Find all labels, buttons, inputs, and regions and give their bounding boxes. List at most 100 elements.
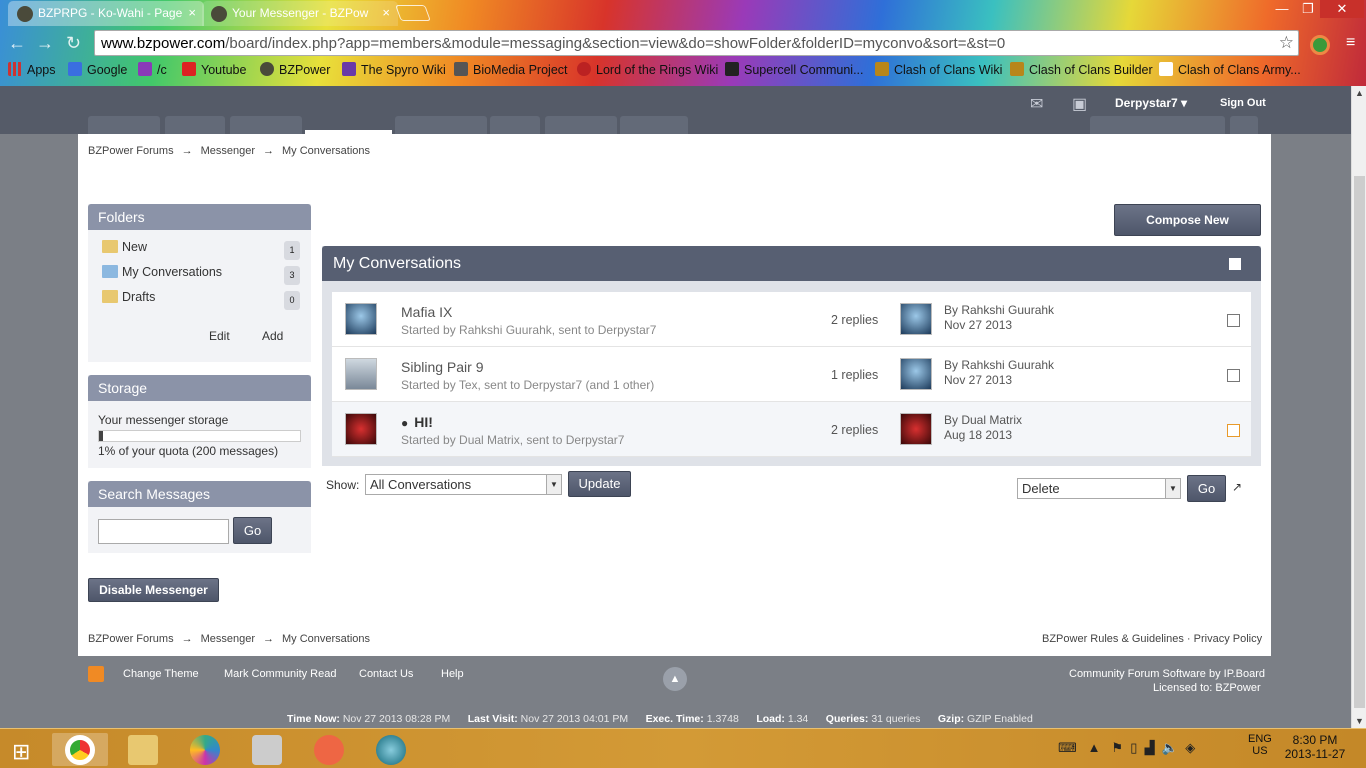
- count-badge: 3: [284, 266, 300, 285]
- youtube-icon: [182, 62, 196, 76]
- show-filter-select[interactable]: All Conversations ▼: [365, 474, 562, 495]
- battery-icon[interactable]: ▯: [1130, 740, 1137, 755]
- envelope-icon[interactable]: ✉: [1030, 94, 1043, 114]
- crumb-messenger[interactable]: Messenger: [201, 145, 255, 157]
- sign-out-link[interactable]: Sign Out: [1220, 97, 1266, 109]
- site-header: ✉ ▣ Derpystar7 ▾ Sign Out: [0, 86, 1351, 134]
- mark-read-link[interactable]: Mark Community Read: [224, 668, 336, 680]
- page-scrollbar[interactable]: ▲ ▼: [1351, 86, 1366, 728]
- forward-icon[interactable]: →: [36, 33, 54, 54]
- bookmark-google[interactable]: Google: [68, 62, 127, 77]
- tab-messenger[interactable]: Your Messenger - BZPow ×: [202, 1, 398, 26]
- crumb-conversations[interactable]: My Conversations: [282, 633, 370, 645]
- row-checkbox[interactable]: [1227, 424, 1240, 437]
- taskbar-app[interactable]: [301, 733, 357, 766]
- volume-icon[interactable]: 🔈: [1162, 740, 1178, 755]
- crumb-conversations[interactable]: My Conversations: [282, 145, 370, 157]
- crumb-forums[interactable]: BZPower Forums: [88, 145, 174, 157]
- maximize-icon[interactable]: ❐: [1294, 0, 1322, 18]
- window-close-icon[interactable]: ✕: [1320, 0, 1364, 18]
- contact-link[interactable]: Contact Us: [359, 668, 413, 680]
- select-all-checkbox[interactable]: [1229, 258, 1241, 270]
- change-theme-link[interactable]: Change Theme: [123, 668, 199, 680]
- new-tab-button[interactable]: [395, 5, 431, 21]
- bookmark-lotr-wiki[interactable]: Lord of the Rings Wiki: [577, 62, 718, 77]
- conversation-title[interactable]: Mafia IX: [401, 304, 452, 320]
- apps-icon: [8, 62, 22, 76]
- language-indicator[interactable]: ENG US: [1248, 733, 1272, 757]
- flag-icon[interactable]: ⚑: [1111, 740, 1123, 755]
- bookmark-coc-builder[interactable]: Clash of Clans Builder: [1010, 62, 1153, 77]
- storage-progress-fill: [99, 431, 104, 441]
- conversation-row[interactable]: Sibling Pair 9 Started by Tex, sent to D…: [332, 347, 1251, 402]
- start-button[interactable]: ⊞: [0, 733, 56, 766]
- folder-my-conversations[interactable]: My Conversations: [102, 265, 222, 279]
- row-checkbox[interactable]: [1227, 369, 1240, 382]
- bookmark-supercell[interactable]: Supercell Communi...: [725, 62, 864, 77]
- back-to-top-icon[interactable]: ▲: [663, 667, 687, 691]
- rss-icon[interactable]: [88, 666, 104, 682]
- scroll-down-icon[interactable]: ▼: [1355, 716, 1364, 726]
- crumb-forums[interactable]: BZPower Forums: [88, 633, 174, 645]
- keyboard-icon[interactable]: ⌨: [1058, 740, 1077, 755]
- menu-icon[interactable]: ≡: [1346, 34, 1355, 52]
- scroll-up-icon[interactable]: ▲: [1355, 88, 1364, 98]
- rules-link[interactable]: BZPower Rules & Guidelines: [1042, 633, 1184, 645]
- crumb-messenger[interactable]: Messenger: [201, 633, 255, 645]
- extension-icon[interactable]: [1310, 35, 1330, 55]
- tab-bzprpg[interactable]: BZPRPG - Ko-Wahi - Page ×: [8, 1, 204, 26]
- action-select[interactable]: Delete ▼: [1017, 478, 1181, 499]
- close-icon[interactable]: ×: [382, 5, 390, 20]
- network-icon[interactable]: ◈: [1185, 740, 1195, 755]
- conversation-row-unread[interactable]: ● HI! Started by Dual Matrix, sent to Der…: [332, 402, 1251, 457]
- taskbar-chrome[interactable]: [52, 733, 108, 766]
- google-icon: [68, 62, 82, 76]
- bookmark-coc-army[interactable]: Clash of Clans Army...: [1159, 62, 1301, 77]
- taskbar-app[interactable]: [363, 733, 419, 766]
- clock[interactable]: 8:30 PM 2013-11-27: [1280, 733, 1350, 761]
- folder-drafts[interactable]: Drafts: [102, 290, 155, 304]
- folder-icon: [128, 735, 158, 765]
- add-folder-link[interactable]: Add: [262, 329, 283, 343]
- reload-icon[interactable]: ↻: [66, 33, 81, 54]
- update-button[interactable]: Update: [568, 471, 631, 497]
- bookmark-apps[interactable]: Apps: [8, 62, 56, 77]
- conversation-row[interactable]: Mafia IX Started by Rahkshi Guurahk, sen…: [332, 292, 1251, 347]
- disable-messenger-button[interactable]: Disable Messenger: [88, 578, 219, 602]
- user-menu[interactable]: Derpystar7 ▾: [1115, 96, 1187, 110]
- bookmark-bzpower[interactable]: BZPower: [260, 62, 330, 77]
- privacy-link[interactable]: Privacy Policy: [1194, 633, 1262, 645]
- help-link[interactable]: Help: [441, 668, 464, 680]
- address-bar[interactable]: www.bzpower.com/board/index.php?app=memb…: [94, 30, 1299, 56]
- tray-chevron-icon[interactable]: ▲: [1088, 740, 1101, 755]
- bookmark-spyro-wiki[interactable]: The Spyro Wiki: [342, 62, 446, 77]
- bookmark-c[interactable]: /c: [138, 62, 167, 77]
- bookmark-youtube[interactable]: Youtube: [182, 62, 246, 77]
- conversation-title[interactable]: Sibling Pair 9: [401, 359, 484, 375]
- active-nav-tab[interactable]: [305, 130, 392, 136]
- bookmark-coc-wiki[interactable]: Clash of Clans Wiki: [875, 62, 1002, 77]
- taskbar-explorer[interactable]: [115, 733, 171, 766]
- row-checkbox[interactable]: [1227, 314, 1240, 327]
- corner-arrow-icon: ↗: [1232, 480, 1243, 494]
- bookmark-biomedia[interactable]: BioMedia Project: [454, 62, 568, 77]
- edit-folders-link[interactable]: Edit: [209, 329, 230, 343]
- software-credit[interactable]: Community Forum Software by IP.Board: [1069, 668, 1265, 680]
- scrollbar-thumb[interactable]: [1354, 176, 1365, 708]
- count-badge: 0: [284, 291, 300, 310]
- search-input[interactable]: [98, 519, 229, 544]
- notification-icon[interactable]: ▣: [1072, 94, 1087, 114]
- signal-icon[interactable]: ▟: [1145, 740, 1155, 755]
- taskbar-app[interactable]: [177, 733, 233, 766]
- star-icon[interactable]: ☆: [1279, 33, 1294, 53]
- search-go-button[interactable]: Go: [233, 517, 272, 544]
- action-go-button[interactable]: Go: [1187, 475, 1226, 502]
- back-icon[interactable]: ←: [8, 33, 26, 54]
- minimize-icon[interactable]: —: [1268, 0, 1296, 18]
- close-icon[interactable]: ×: [188, 5, 196, 20]
- compose-new-button[interactable]: Compose New: [1114, 204, 1261, 236]
- last-poster: By Dual Matrix: [944, 413, 1023, 427]
- conversation-title[interactable]: ● HI!: [401, 414, 433, 430]
- taskbar-app[interactable]: [239, 733, 295, 766]
- folder-new[interactable]: New: [102, 240, 147, 254]
